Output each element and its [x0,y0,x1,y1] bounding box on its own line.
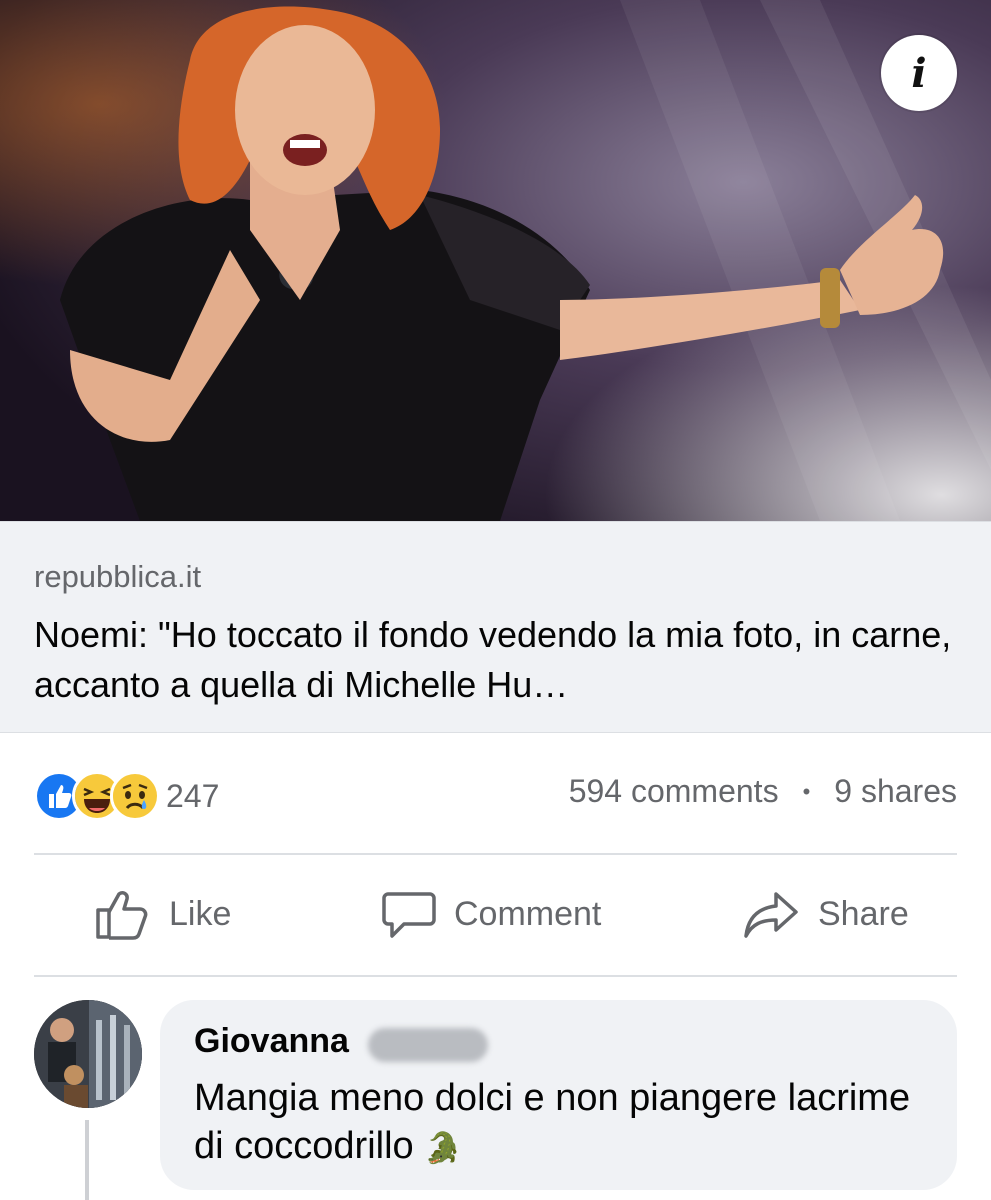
post-image[interactable]: i [0,0,991,521]
sad-reaction-icon [110,771,160,821]
redacted-surname [368,1028,488,1062]
share-label: Share [818,894,909,933]
divider [34,853,957,855]
crocodile-emoji: 🐊 [424,1132,462,1165]
info-icon[interactable]: i [881,35,957,111]
comment-author[interactable]: Giovanna [194,1022,349,1061]
thread-line [85,1120,89,1200]
post-stats: 594 comments • 9 shares [569,773,957,810]
like-button[interactable]: Like [95,884,231,944]
post-actions: Like Comment Share [0,856,991,974]
link-headline[interactable]: Noemi: "Ho toccato il fondo vedendo la m… [34,610,964,710]
like-label: Like [169,894,232,933]
comment-bubble-icon [382,892,436,938]
comment-label: Comment [454,894,602,933]
singer-photo [0,0,991,521]
shares-count[interactable]: 9 shares [834,773,957,810]
comments-count[interactable]: 594 comments [569,773,779,810]
link-preview[interactable]: repubblica.it Noemi: "Ho toccato il fond… [0,521,991,733]
divider [34,975,957,977]
thumbs-up-icon [96,891,148,940]
share-button[interactable]: Share [744,884,909,944]
stats-separator: • [802,778,811,804]
share-arrow-icon [744,892,798,938]
reaction-count: 247 [166,777,220,814]
avatar[interactable] [34,1000,142,1108]
reactions-summary[interactable]: 247 [34,770,219,822]
comment-body: Mangia meno dolci e non piangere lacrime… [194,1077,911,1167]
comment-text: Mangia meno dolci e non piangere lacrime… [194,1074,934,1173]
comment-bubble[interactable]: Giovanna Mangia meno dolci e non pianger… [160,1000,957,1190]
avatar-photo [34,1000,142,1108]
comment-button[interactable]: Comment [382,884,601,944]
link-domain: repubblica.it [34,559,202,594]
